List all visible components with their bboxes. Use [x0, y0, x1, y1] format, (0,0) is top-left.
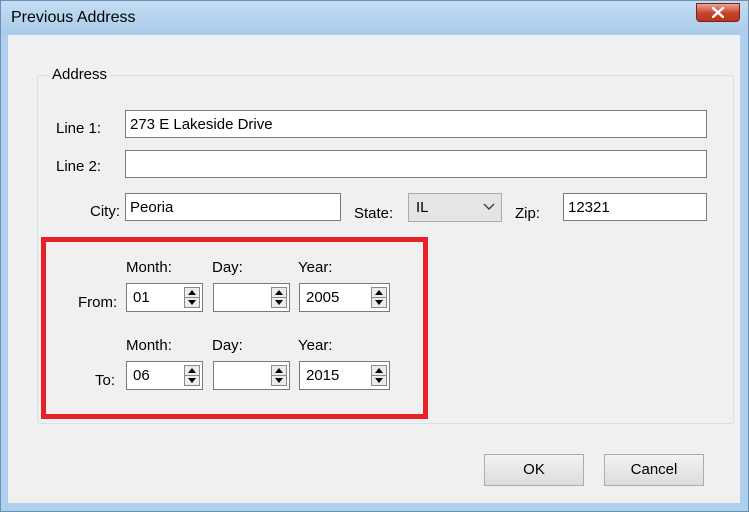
state-dropdown[interactable]: IL [408, 193, 502, 222]
zip-label: Zip: [515, 205, 541, 222]
line1-input[interactable] [126, 111, 706, 137]
zip-input[interactable] [564, 194, 706, 220]
window-title: Previous Address [11, 9, 136, 26]
line1-label: Line 1: [56, 120, 102, 137]
city-input[interactable] [126, 194, 340, 220]
chevron-down-icon [483, 203, 495, 210]
date-range-highlight [41, 237, 428, 419]
line2-label: Line 2: [56, 158, 102, 175]
line1-textbox[interactable] [125, 110, 707, 138]
city-textbox[interactable] [125, 193, 341, 221]
state-value: IL [416, 199, 429, 216]
dialog-client-area: Address Line 1: Line 2: City: State: IL … [8, 35, 740, 503]
ok-button[interactable]: OK [484, 454, 584, 486]
title-bar[interactable]: Previous Address [1, 1, 748, 35]
address-group-label: Address [49, 66, 111, 83]
state-label: State: [354, 205, 394, 222]
close-icon [712, 7, 724, 18]
city-label: City: [90, 203, 120, 220]
cancel-button[interactable]: Cancel [604, 454, 704, 486]
line2-textbox[interactable] [125, 150, 707, 178]
dialog-window: Previous Address Address Line 1: Line 2:… [0, 0, 749, 512]
close-button[interactable] [696, 3, 740, 22]
line2-input[interactable] [126, 151, 706, 177]
zip-textbox[interactable] [563, 193, 707, 221]
